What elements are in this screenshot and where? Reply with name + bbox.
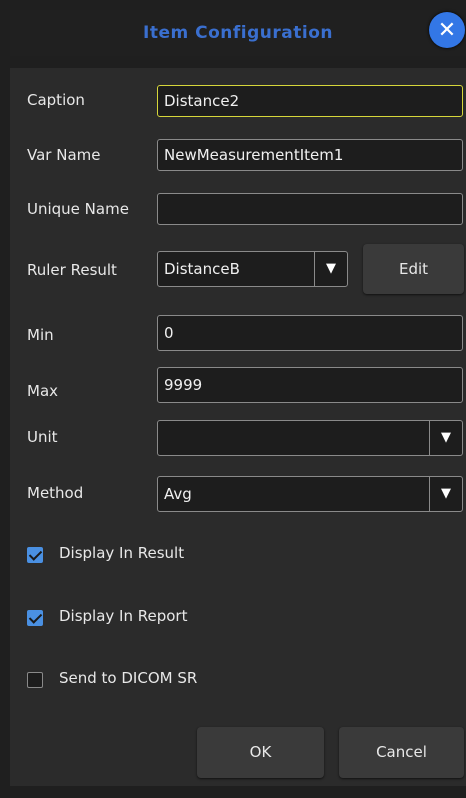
max-label: Max [27, 382, 59, 400]
min-label: Min [27, 326, 54, 344]
send-to-dicom-sr-checkbox[interactable] [27, 672, 43, 688]
var-name-input[interactable]: NewMeasurementItem1 [157, 139, 463, 171]
close-icon: ✕ [437, 17, 457, 43]
chevron-down-icon[interactable]: ▼ [429, 477, 462, 511]
max-input[interactable]: 9999 [157, 367, 463, 403]
caption-label: Caption [27, 91, 85, 109]
edit-button[interactable]: Edit [363, 244, 464, 294]
unique-name-label: Unique Name [27, 200, 129, 218]
caption-input[interactable]: Distance2 [157, 85, 463, 117]
method-label: Method [27, 484, 84, 502]
send-to-dicom-sr-label: Send to DICOM SR [59, 669, 198, 687]
ok-button[interactable]: OK [197, 727, 324, 778]
chevron-down-icon[interactable]: ▼ [429, 421, 462, 455]
dialog-title: Item Configuration [143, 23, 333, 43]
ruler-result-value: DistanceB [164, 260, 240, 278]
display-in-report-checkbox[interactable] [27, 610, 43, 626]
chevron-down-icon[interactable]: ▼ [314, 252, 347, 286]
ruler-result-label: Ruler Result [27, 261, 117, 279]
item-configuration-dialog: Item Configuration ✕ Caption Distance2 V… [0, 0, 466, 798]
min-input[interactable]: 0 [157, 315, 463, 351]
unit-select[interactable]: ▼ [157, 420, 463, 456]
method-value: Avg [164, 485, 192, 503]
var-name-label: Var Name [27, 146, 101, 164]
cancel-button[interactable]: Cancel [339, 727, 464, 778]
display-in-report-label: Display In Report [59, 607, 188, 625]
ruler-result-select[interactable]: DistanceB ▼ [157, 251, 348, 287]
display-in-result-checkbox[interactable] [27, 547, 43, 563]
unit-label: Unit [27, 428, 58, 446]
display-in-result-label: Display In Result [59, 544, 185, 562]
close-button[interactable]: ✕ [429, 12, 465, 48]
method-select[interactable]: Avg ▼ [157, 476, 463, 512]
unique-name-input[interactable] [157, 193, 463, 225]
title-bar: Item Configuration [10, 10, 466, 56]
